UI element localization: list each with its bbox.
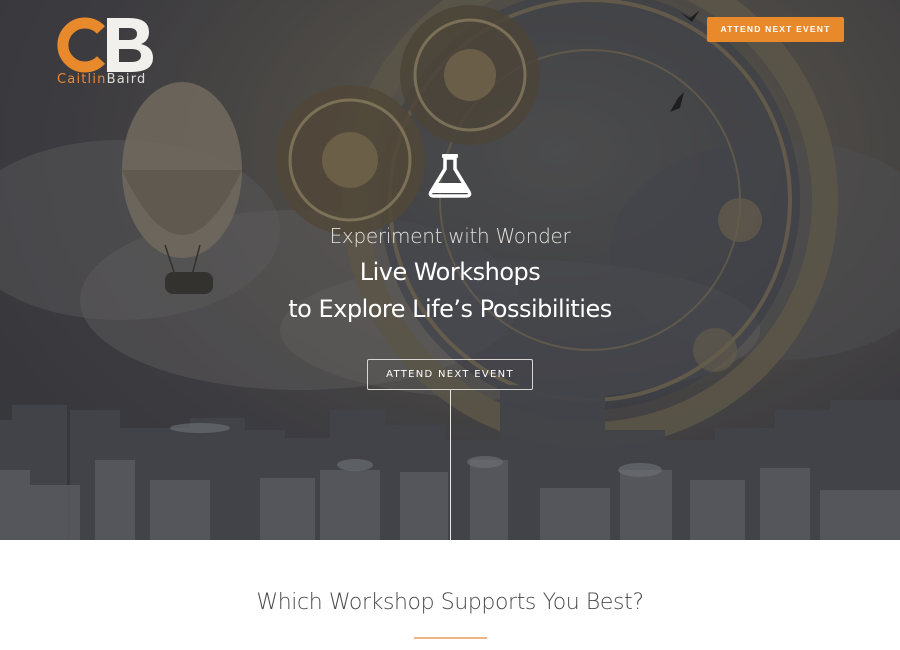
logo-wordmark: CaitlinBaird — [57, 72, 147, 87]
header-attend-next-event-button[interactable]: ATTEND NEXT EVENT — [707, 17, 844, 42]
logo-name-first: Caitlin — [57, 72, 107, 87]
hero-banner: CaitlinBaird ATTEND NEXT EVENT Experimen… — [0, 0, 900, 540]
section-title: Which Workshop Supports You Best? — [256, 590, 644, 615]
hero-headline-line2: to Explore Life’s Possibilities — [288, 295, 612, 323]
hero-tagline: Experiment with Wonder — [329, 224, 571, 248]
logo-name-last: Baird — [106, 72, 147, 87]
section-title-underline — [414, 637, 487, 639]
hero-divider-line — [450, 390, 451, 540]
hero-headline-line1: Live Workshops — [359, 258, 541, 286]
hero-attend-next-event-button[interactable]: ATTEND NEXT EVENT — [367, 359, 533, 390]
flask-icon — [428, 154, 472, 198]
